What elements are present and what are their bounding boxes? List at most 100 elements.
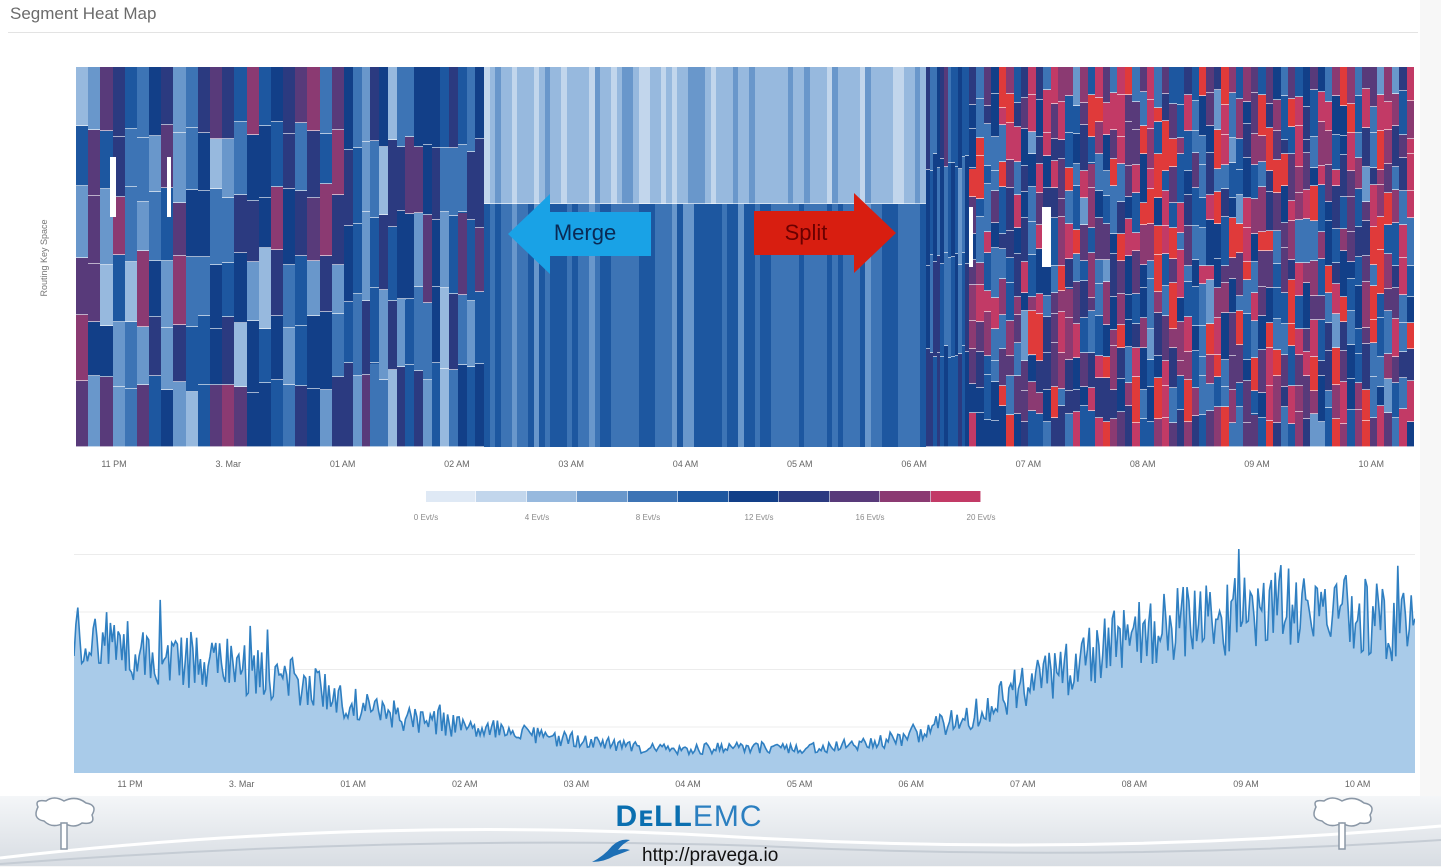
heatmap-cell — [258, 125, 272, 199]
heatmap-column — [210, 67, 223, 447]
heatmap-cell — [270, 186, 284, 250]
heatmap-cell — [124, 67, 138, 130]
heatmap-cell — [234, 323, 248, 387]
heatmap-cell — [173, 67, 187, 134]
heatmap-cell — [112, 67, 126, 137]
heatmap-column — [136, 67, 150, 447]
heatmap-gap — [167, 157, 171, 217]
heatmap-cell — [295, 325, 309, 387]
x-tick-label: 3. Mar — [228, 779, 255, 789]
heatmap-cell — [331, 195, 345, 266]
heatmap-cell — [295, 255, 309, 326]
x-tick-label: 04 AM — [672, 459, 699, 469]
heatmap-cell — [222, 316, 235, 385]
heatmap-column — [100, 67, 114, 447]
legend-color-swatch — [678, 491, 729, 502]
legend-label: 16 Evt/s — [855, 513, 885, 522]
heatmap-cell — [234, 67, 248, 122]
x-tick-label: 05 AM — [786, 779, 813, 789]
heatmap-cell — [307, 130, 321, 199]
heatmap-cell — [270, 249, 284, 316]
heatmap-cell — [258, 382, 272, 447]
heatmap-cell — [210, 385, 223, 447]
x-tick-label: 01 AM — [329, 459, 356, 469]
heatmap-cell — [136, 251, 150, 328]
heatmap-cell — [319, 389, 333, 447]
panel-title: Segment Heat Map — [10, 4, 157, 23]
event-rate-line-chart — [74, 548, 1415, 773]
legend-color-swatch — [829, 491, 881, 502]
heatmap-cell — [76, 125, 89, 186]
heatmap-cell — [124, 129, 138, 187]
heatmap-column — [1406, 67, 1414, 447]
heatmap-cell — [112, 254, 126, 322]
heatmap-cell — [100, 265, 114, 327]
heatmap-cell — [149, 136, 162, 193]
heatmap-cell — [234, 253, 248, 324]
heatmap-cell — [283, 384, 296, 447]
heatmap-cell — [1406, 381, 1414, 422]
color-scale-legend — [426, 491, 981, 502]
heatmap-column — [161, 67, 175, 447]
heatmap-cell — [246, 393, 260, 447]
heatmap-cell — [319, 184, 333, 256]
heatmap-cell — [149, 67, 162, 137]
heatmap-cell — [295, 67, 309, 123]
split-label: Split — [784, 220, 828, 245]
heatmap-cell — [76, 185, 89, 259]
heatmap-cell — [283, 327, 296, 385]
heatmap-cell — [234, 386, 248, 447]
x-tick-label: 09 AM — [1244, 459, 1270, 469]
legend-color-swatch — [627, 491, 679, 502]
heatmap-column — [76, 67, 89, 447]
x-tick-label: 11 PM — [101, 459, 127, 469]
heatmap-column — [307, 67, 321, 447]
legend-label: 12 Evt/s — [744, 513, 774, 522]
heatmap-cell — [76, 258, 89, 316]
heatmap-cell — [258, 328, 272, 383]
heatmap-cell — [1406, 421, 1414, 447]
heatmap-cell — [210, 138, 223, 189]
heatmap-cell — [88, 263, 101, 323]
heatmap-cell — [100, 326, 114, 378]
heatmap-cell — [222, 197, 235, 263]
heatmap-cell — [222, 139, 235, 198]
heatmap-column — [112, 67, 126, 447]
heatmap-cell — [331, 130, 345, 195]
legend-color-swatch — [426, 491, 477, 502]
heatmap-cell — [197, 133, 211, 192]
legend-label: 8 Evt/s — [635, 513, 661, 522]
heatmap-column — [319, 67, 333, 447]
x-tick-label: 11 PM — [117, 779, 143, 789]
pravega-url-link[interactable]: http://pravega.io — [642, 845, 778, 867]
x-tick-label: 06 AM — [901, 459, 927, 469]
heatmap-cell — [222, 263, 235, 317]
legend-label: 20 Evt/s — [966, 513, 996, 522]
heatmap-cell — [1406, 218, 1414, 267]
heatmap-cell — [295, 386, 309, 447]
x-tick-label: 06 AM — [898, 779, 924, 789]
heatmap-cell — [136, 137, 150, 203]
heatmap-cell — [161, 389, 175, 447]
heatmap-cell — [331, 313, 345, 378]
heatmap-cell — [149, 376, 162, 447]
heatmap-cell — [185, 256, 199, 327]
brand-light-text: EMC — [692, 800, 763, 833]
legend-labels: 0 Evt/s 4 Evt/s 8 Evt/s 12 Evt/s 16 Evt/s 20 … — [414, 513, 996, 525]
heatmap-cell — [1406, 296, 1414, 324]
heatmap-cell — [307, 67, 321, 131]
heatmap-cell — [307, 389, 321, 447]
heatmap-plot-area — [76, 67, 1414, 447]
x-tick-label: 10 AM — [1358, 459, 1385, 469]
title-divider — [8, 32, 1418, 33]
heatmap-cell — [124, 389, 138, 447]
heatmap-cell — [161, 67, 175, 125]
heatmap-cell — [270, 67, 284, 123]
legend-color-swatch — [930, 491, 981, 502]
heatmap-column — [149, 67, 162, 447]
legend-color-swatch — [577, 491, 628, 502]
heatmap-cell — [88, 322, 101, 376]
heatmap-column — [124, 67, 138, 447]
heatmap-cell — [258, 247, 272, 329]
heatmap-cell — [173, 202, 187, 256]
